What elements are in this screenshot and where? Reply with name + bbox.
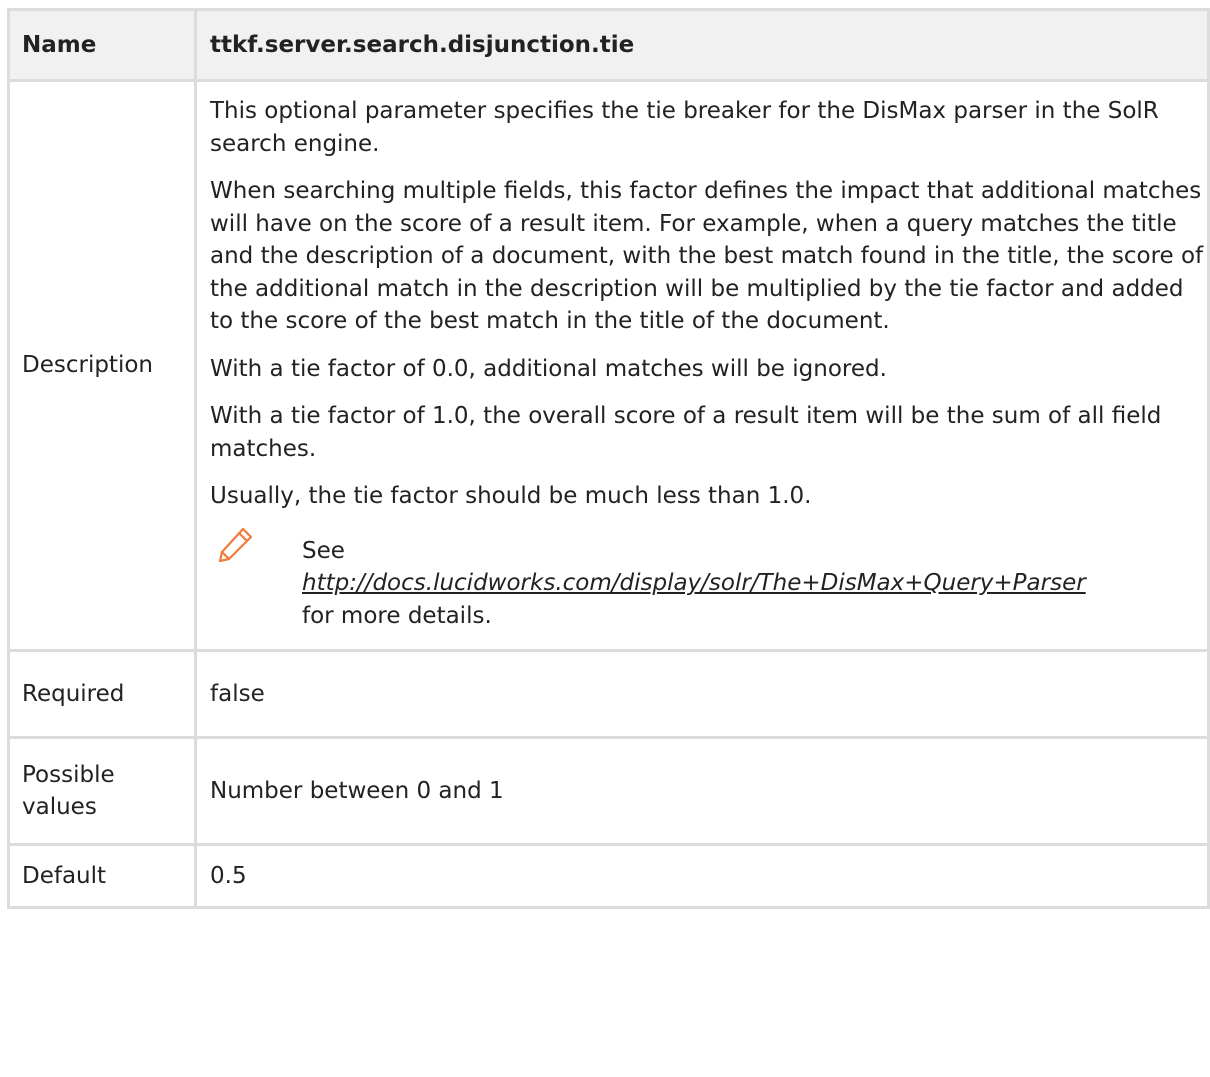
header-row: Name ttkf.server.search.disjunction.tie [7, 8, 1210, 82]
required-value: false [194, 649, 1210, 739]
note-suffix: for more details. [302, 602, 492, 629]
description-paragraph: With a tie factor of 0.0, additional mat… [210, 355, 887, 382]
name-label: Name [7, 8, 197, 82]
description-paragraph: With a tie factor of 1.0, the overall sc… [210, 403, 1162, 462]
possible-values-row: Possible values Number between 0 and 1 [7, 736, 1210, 846]
description-paragraph: Usually, the tie factor should be much l… [210, 483, 812, 509]
pencil-icon [218, 527, 253, 562]
description-paragraph: When searching multiple fields, this fac… [210, 178, 1204, 334]
required-row: Required false [7, 649, 1210, 739]
possible-values-label: Possible values [7, 736, 197, 846]
description-label: Description [7, 79, 197, 652]
description-body: This optional parameter specifies the ti… [194, 79, 1210, 652]
note-block: See http://docs.lucidworks.com/display/s… [210, 527, 1207, 633]
note-prefix: See [302, 537, 345, 564]
default-value: 0.5 [194, 843, 1210, 909]
docs-link[interactable]: http://docs.lucidworks.com/display/solr/… [302, 570, 1086, 596]
possible-values-value: Number between 0 and 1 [194, 736, 1210, 846]
required-label: Required [7, 649, 197, 739]
parameter-name: ttkf.server.search.disjunction.tie [194, 8, 1210, 82]
description-paragraph: This optional parameter specifies the ti… [210, 98, 1159, 157]
description-row: Description This optional parameter spec… [7, 79, 1210, 652]
parameter-table: Name ttkf.server.search.disjunction.tie … [7, 8, 1210, 909]
default-row: Default 0.5 [7, 843, 1210, 909]
default-label: Default [7, 843, 197, 909]
